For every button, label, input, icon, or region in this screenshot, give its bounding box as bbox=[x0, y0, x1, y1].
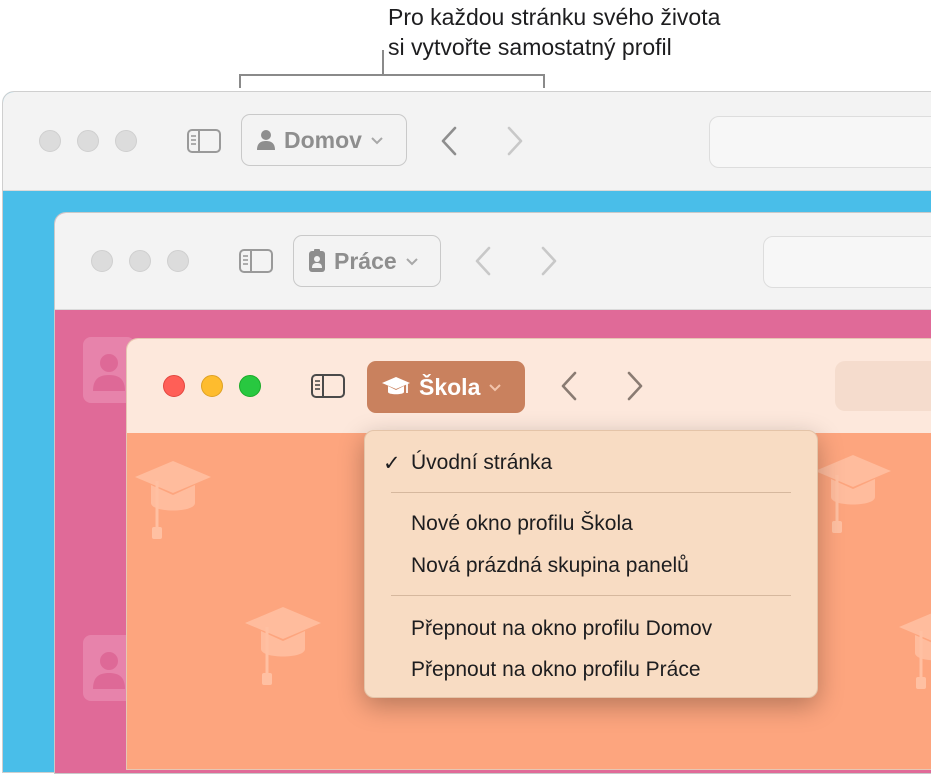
chevron-down-icon bbox=[405, 258, 418, 266]
callout-leader-line bbox=[382, 50, 384, 75]
profile-button-work[interactable]: Práce bbox=[293, 235, 441, 287]
forward-button[interactable] bbox=[625, 370, 645, 402]
toolbar-home: Domov bbox=[3, 92, 931, 191]
callout-line-1: Pro každou stránku svého života bbox=[388, 4, 721, 30]
menu-separator bbox=[391, 595, 791, 596]
graduation-cap-icon bbox=[815, 455, 891, 533]
zoom-button[interactable] bbox=[167, 250, 189, 272]
chevron-down-icon bbox=[371, 137, 383, 145]
minimize-button[interactable] bbox=[129, 250, 151, 272]
back-button[interactable] bbox=[439, 125, 459, 157]
menu-item-switch-home[interactable]: Přepnout na okno profilu Domov bbox=[411, 617, 712, 641]
forward-button[interactable] bbox=[539, 245, 559, 277]
person-icon bbox=[257, 130, 275, 150]
toolbar-work: Práce bbox=[55, 213, 931, 310]
menu-item-switch-work[interactable]: Přepnout na okno profilu Práce bbox=[411, 658, 701, 682]
toolbar-school: Škola bbox=[127, 339, 931, 433]
callout-bracket bbox=[239, 74, 545, 88]
graduation-cap-icon bbox=[382, 377, 410, 395]
address-bar[interactable] bbox=[709, 116, 931, 168]
graduation-cap-icon bbox=[245, 607, 321, 685]
annotation-callout: Pro každou stránku svého života si vytvo… bbox=[388, 2, 720, 62]
menu-item-start-page[interactable]: Úvodní stránka bbox=[411, 451, 552, 475]
profile-menu: ✓ Úvodní stránka Nové okno profilu Škola… bbox=[364, 430, 818, 698]
address-bar[interactable] bbox=[763, 236, 931, 288]
badge-icon bbox=[309, 249, 325, 272]
menu-separator bbox=[391, 492, 791, 493]
minimize-button[interactable] bbox=[201, 375, 223, 397]
back-button[interactable] bbox=[559, 370, 579, 402]
close-button[interactable] bbox=[39, 130, 61, 152]
profile-button-school[interactable]: Škola bbox=[367, 361, 525, 413]
address-bar[interactable] bbox=[835, 361, 931, 411]
close-button[interactable] bbox=[163, 375, 185, 397]
profile-label: Domov bbox=[284, 126, 362, 153]
minimize-button[interactable] bbox=[77, 130, 99, 152]
profile-button-home[interactable]: Domov bbox=[241, 114, 407, 166]
sidebar-icon[interactable] bbox=[239, 249, 273, 273]
checkmark-icon: ✓ bbox=[383, 452, 401, 475]
menu-item-new-window[interactable]: Nové okno profilu Škola bbox=[411, 512, 633, 536]
zoom-button[interactable] bbox=[239, 375, 261, 397]
graduation-cap-icon bbox=[899, 613, 931, 689]
close-button[interactable] bbox=[91, 250, 113, 272]
sidebar-icon[interactable] bbox=[187, 129, 221, 153]
callout-line-2: si vytvořte samostatný profil bbox=[388, 34, 672, 60]
forward-button[interactable] bbox=[505, 125, 525, 157]
menu-item-new-tab-group[interactable]: Nová prázdná skupina panelů bbox=[411, 554, 689, 578]
chevron-down-icon bbox=[489, 384, 502, 392]
graduation-cap-icon bbox=[135, 461, 211, 539]
profile-label: Škola bbox=[419, 373, 481, 400]
profile-label: Práce bbox=[334, 247, 397, 274]
zoom-button[interactable] bbox=[115, 130, 137, 152]
back-button[interactable] bbox=[473, 245, 493, 277]
sidebar-icon[interactable] bbox=[311, 374, 345, 398]
